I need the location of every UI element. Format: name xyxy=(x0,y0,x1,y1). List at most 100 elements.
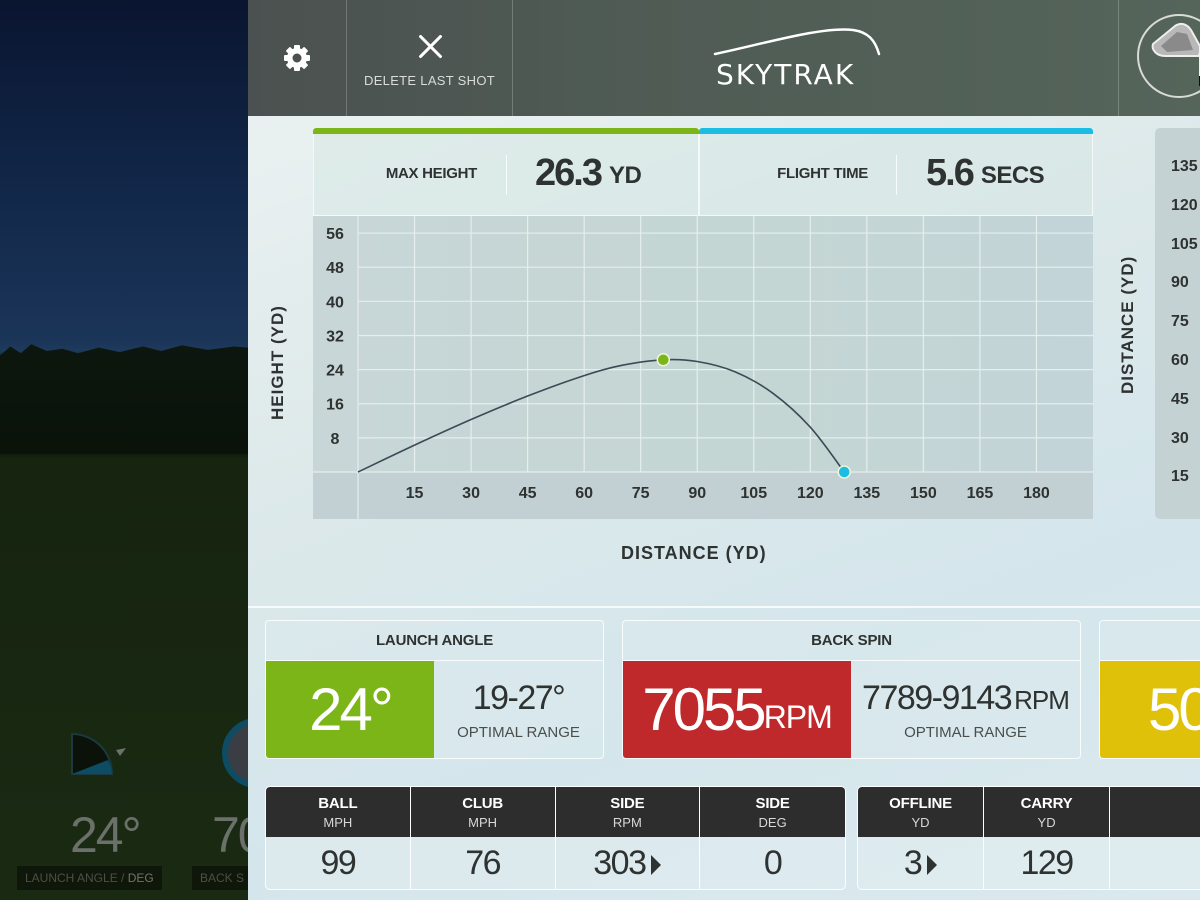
back-spin-range-number: 7789-9143 xyxy=(862,678,1013,717)
column-header: CLUB MPH xyxy=(410,787,555,837)
column-unit: YD xyxy=(911,814,930,830)
table-column: SIDE RPM 303 xyxy=(555,787,701,889)
column-header: OFFLINE YD xyxy=(858,787,984,837)
flight-time-unit: SECS xyxy=(980,162,1045,189)
x-tick-label: 75 xyxy=(632,485,650,502)
distance-axis-strip: 135 120 105 90 75 60 45 30 15 xyxy=(1155,128,1200,519)
x-tick-label: 135 xyxy=(853,485,880,502)
landing-marker xyxy=(837,465,851,479)
x-tick-label: 165 xyxy=(967,485,994,502)
back-spin-range-value: 7789-9143 RPM xyxy=(862,678,1070,718)
distance-axis-title-text: DISTANCE (YD) xyxy=(1118,255,1137,394)
back-spin-number: 7055 xyxy=(642,676,766,743)
max-height-number: 26.3 xyxy=(535,151,603,194)
x-tick-label: 45 xyxy=(519,485,537,502)
column-value-cell: 0 xyxy=(700,837,845,889)
launch-angle-icon xyxy=(71,732,126,775)
trajectory-chart-svg: 15 30 45 60 75 90 105 120 135 150 165 180 8 16 24 32 40 4… xyxy=(313,216,1093,519)
shot-detail-panel: DELETE LAST SHOT SKYTRAK MAX HEIGHT 26.3… xyxy=(248,0,1200,900)
column-value: 3 xyxy=(903,843,923,882)
column-unit: MPH xyxy=(323,814,353,830)
y-tick-label: 24 xyxy=(326,363,344,380)
column-header: CARRY YD xyxy=(984,787,1110,837)
table-column: CLUB MPH 76 xyxy=(410,787,556,889)
flight-time-value: 5.6 SECS xyxy=(926,129,1045,217)
club-selector-button[interactable] xyxy=(1119,0,1200,116)
flight-time-label: FLIGHT TIME xyxy=(777,164,868,182)
launch-angle-card: LAUNCH ANGLE 24° 19-27° OPTIMAL RANGE xyxy=(265,620,604,759)
direction-right-icon xyxy=(927,854,938,875)
bg-back-spin-label: BACK S xyxy=(192,866,253,890)
y-tick-label: 56 xyxy=(326,226,344,243)
distance-tick-label: 60 xyxy=(1171,352,1189,369)
y-tick-label: 32 xyxy=(326,328,344,345)
x-tick-label: 150 xyxy=(910,485,937,502)
y-tick-label: 16 xyxy=(326,397,344,414)
column-value: 99 xyxy=(320,843,356,882)
x-tick-label: 105 xyxy=(740,485,767,502)
header-bar: DELETE LAST SHOT SKYTRAK xyxy=(248,0,1200,116)
table-column: CARRY YD 129 xyxy=(984,787,1111,889)
distance-tick-label: 90 xyxy=(1171,274,1189,292)
partial-card-number: 50 xyxy=(1148,676,1200,743)
skytrak-logo: SKYTRAK xyxy=(713,24,903,94)
column-title: BALL xyxy=(318,794,358,812)
delete-last-shot-label: DELETE LAST SHOT xyxy=(364,72,495,88)
back-spin-unit: RPM xyxy=(763,699,833,735)
table-column: SIDE DEG 0 xyxy=(700,787,845,889)
back-spin-range-label: OPTIMAL RANGE xyxy=(904,723,1027,741)
y-axis-title-text: HEIGHT (YD) xyxy=(268,305,287,420)
column-unit: RPM xyxy=(612,814,642,830)
iron-club-icon xyxy=(1137,14,1200,98)
bg-launch-angle-value: 24° xyxy=(70,807,142,863)
x-tick-label: 120 xyxy=(797,485,824,502)
launch-angle-title: LAUNCH ANGLE xyxy=(266,621,603,661)
column-header: BALL MPH xyxy=(266,787,410,837)
launch-angle-range-label: OPTIMAL RANGE xyxy=(457,723,580,741)
shot-data-table-right: OFFLINE YD 3 CARRY YD 129 xyxy=(857,786,1200,890)
bg-back-spin-label-text: BACK S xyxy=(200,871,245,885)
column-value: 129 xyxy=(1020,843,1074,882)
x-tick-label: 30 xyxy=(462,485,480,502)
max-height-label: MAX HEIGHT xyxy=(385,164,477,182)
logo-text: SKYTRAK xyxy=(716,58,856,91)
column-value-cell xyxy=(1110,837,1200,889)
column-unit: YD xyxy=(1037,814,1056,830)
trajectory-line xyxy=(357,358,845,473)
trajectory-chart: 15 30 45 60 75 90 105 120 135 150 165 180 8 16 24 32 40 4… xyxy=(313,216,1093,519)
column-value-cell: 129 xyxy=(984,837,1109,889)
column-value: 76 xyxy=(465,843,501,882)
treeline xyxy=(0,344,260,454)
table-column xyxy=(1110,787,1200,889)
table-column: OFFLINE YD 3 xyxy=(858,787,985,889)
x-axis-title: DISTANCE (YD) xyxy=(621,543,767,563)
distance-tick-label: 120 xyxy=(1171,196,1198,214)
delete-last-shot-button[interactable]: DELETE LAST SHOT xyxy=(347,0,513,116)
column-value-cell: 3 xyxy=(858,837,983,889)
direction-right-icon xyxy=(651,854,662,875)
shot-data-table-left: BALL MPH 99 CLUB MPH 76 SIDE RPM 303 SIDE DEG 0 xyxy=(265,786,846,890)
launch-angle-number: 24° xyxy=(309,676,394,743)
column-title: SIDE xyxy=(755,794,790,812)
metric-divider xyxy=(896,155,897,195)
distance-tick-label: 45 xyxy=(1171,390,1189,408)
column-value-cell: 76 xyxy=(411,837,555,889)
y-tick-label: 48 xyxy=(326,260,344,277)
back-spin-value: 7055 RPM xyxy=(623,661,851,758)
column-header: SIDE DEG xyxy=(700,787,845,837)
partial-card: 50 xyxy=(1099,620,1200,759)
max-height-value: 26.3 YD xyxy=(535,129,642,217)
column-title: OFFLINE xyxy=(889,794,952,812)
settings-button[interactable] xyxy=(248,0,347,116)
close-icon xyxy=(417,33,443,59)
x-tick-label: 60 xyxy=(575,485,593,502)
column-title: CARRY xyxy=(1020,794,1073,812)
back-spin-range-unit: RPM xyxy=(1014,684,1070,715)
launch-angle-value: 24° xyxy=(266,661,434,758)
column-value-cell: 99 xyxy=(266,837,410,889)
back-spin-range: 7789-9143 RPM OPTIMAL RANGE xyxy=(851,661,1080,758)
column-value-cell: 303 xyxy=(556,837,700,889)
column-header: SIDE RPM xyxy=(555,787,700,837)
launch-angle-range-value: 19-27° xyxy=(472,678,566,717)
distance-tick-label: 30 xyxy=(1171,429,1189,447)
